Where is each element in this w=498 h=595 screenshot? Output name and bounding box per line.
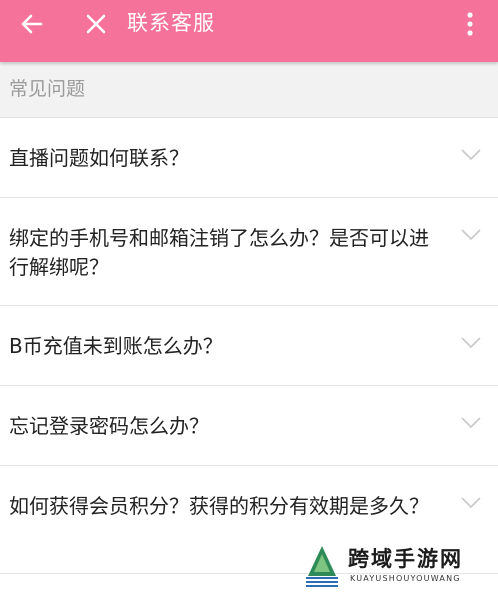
back-button[interactable] [10,0,54,48]
arrow-left-icon [21,14,43,34]
chevron-down-icon [461,497,481,509]
close-button[interactable] [74,0,118,48]
close-icon [86,14,106,34]
faq-question: 如何获得会员积分？获得的积分有效期是多久？ [9,494,429,518]
watermark: 跨域手游网 KUAYUSHOUYOUWANG [300,540,498,595]
page-title: 联系客服 [127,11,215,35]
chevron-down-icon [461,229,481,241]
faq-item-live-stream[interactable]: 直播问题如何联系？ [0,118,498,198]
more-options-button[interactable] [452,0,488,48]
app-bar: 联系客服 [0,0,498,62]
faq-item-recharge[interactable]: B币充值未到账怎么办？ [0,306,498,386]
chevron-down-icon [461,417,481,429]
chevron-down-icon [461,337,481,349]
faq-section-header: 常见问题 [0,62,498,118]
faq-question: 绑定的手机号和邮箱注销了怎么办？是否可以进行解绑呢？ [9,226,429,279]
chevron-down-icon [461,149,481,161]
watermark-logo-icon [306,546,338,587]
faq-item-forgot-password[interactable]: 忘记登录密码怎么办？ [0,386,498,466]
faq-question: 忘记登录密码怎么办？ [9,414,209,438]
section-title: 常见问题 [9,78,86,100]
faq-list: 直播问题如何联系？ 绑定的手机号和邮箱注销了怎么办？是否可以进行解绑呢？ B币充… [0,118,498,574]
more-vertical-icon [467,12,473,36]
watermark-brand: 跨域手游网 [348,546,463,571]
faq-item-unbind-account[interactable]: 绑定的手机号和邮箱注销了怎么办？是否可以进行解绑呢？ [0,198,498,306]
faq-question: B币充值未到账怎么办？ [9,334,223,358]
watermark-subtitle: KUAYUSHOUYOUWANG [350,574,461,583]
faq-question: 直播问题如何联系？ [9,146,189,170]
